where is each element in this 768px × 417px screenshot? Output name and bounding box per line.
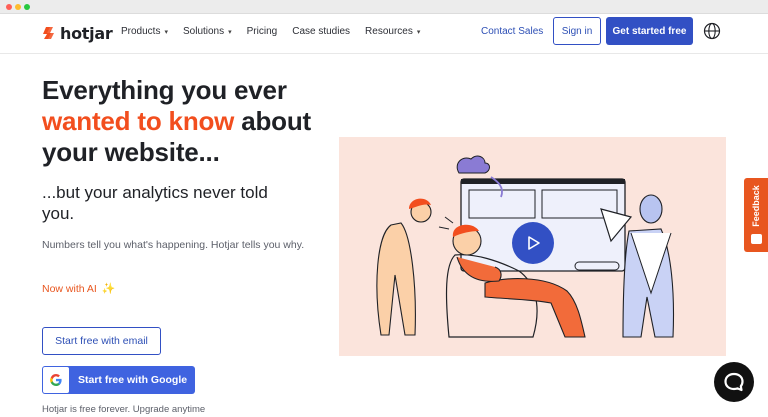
menu-item-products[interactable]: Products ▾ <box>121 26 168 37</box>
menu-item-solutions[interactable]: Solutions ▾ <box>183 26 232 37</box>
google-button-label: Start free with Google <box>78 374 188 386</box>
chevron-down-icon: ▾ <box>164 28 168 36</box>
hero-subheadline: ...but your analytics never told you. <box>42 183 268 223</box>
browser-chrome <box>0 0 768 14</box>
hero-description: Numbers tell you what's happening. Hotja… <box>42 239 305 251</box>
sparkle-icon: ✨ <box>101 283 116 295</box>
menu-item-label: Pricing <box>246 26 278 37</box>
menu-item-label: Products <box>121 26 161 37</box>
feedback-label: Feedback <box>751 185 761 227</box>
play-icon <box>528 236 540 250</box>
chat-bubble-icon <box>724 372 744 392</box>
window-minimize-dot[interactable] <box>15 4 21 10</box>
headline-line-1: Everything you ever <box>42 75 287 105</box>
chevron-down-icon: ▾ <box>416 28 421 36</box>
globe-icon[interactable] <box>703 22 721 40</box>
google-icon <box>43 367 69 393</box>
sign-in-button[interactable]: Sign in <box>553 17 601 45</box>
headline-accent: wanted to know <box>42 106 235 136</box>
menu-item-pricing[interactable]: Pricing <box>247 26 278 37</box>
feedback-tab[interactable]: Feedback <box>744 178 768 252</box>
main-menu: Products ▾ Solutions ▾ Pricing Case studie… <box>121 26 435 37</box>
window-close-dot[interactable] <box>6 4 12 10</box>
start-free-email-button[interactable]: Start free with email <box>42 327 161 355</box>
logo-text: hotjar <box>60 23 113 43</box>
hotjar-logo[interactable]: hotjar <box>42 23 113 43</box>
window-maximize-dot[interactable] <box>24 4 30 10</box>
chat-launcher-button[interactable] <box>714 362 754 402</box>
ai-note-label: Now with AI <box>42 282 97 295</box>
hero-headline: Everything you ever wanted to know about… <box>42 75 332 168</box>
menu-item-label: Solutions <box>182 26 225 37</box>
top-navigation: hotjar Products ▾ Solutions ▾ Pricing Case… <box>0 14 768 54</box>
headline-line-3: your website... <box>42 137 220 167</box>
get-started-button[interactable]: Get started free <box>606 17 693 45</box>
chevron-down-icon: ▾ <box>228 28 232 36</box>
menu-item-label: Resources <box>365 26 413 37</box>
menu-item-case-studies[interactable]: Case studies <box>292 26 350 37</box>
start-free-google-button[interactable]: Start free with Google <box>42 366 195 394</box>
hotjar-logo-icon <box>43 27 54 39</box>
feedback-icon <box>751 234 762 244</box>
menu-item-label: Case studies <box>292 26 351 37</box>
headline-line-2-rest: about <box>234 106 311 136</box>
ai-note: Now with AI ✨ <box>42 282 116 296</box>
play-video-button[interactable] <box>512 222 554 264</box>
contact-sales-link[interactable]: Contact Sales <box>481 26 543 37</box>
free-forever-note: Hotjar is free forever. Upgrade anytime <box>42 404 206 415</box>
menu-item-resources[interactable]: Resources ▾ <box>365 26 420 37</box>
